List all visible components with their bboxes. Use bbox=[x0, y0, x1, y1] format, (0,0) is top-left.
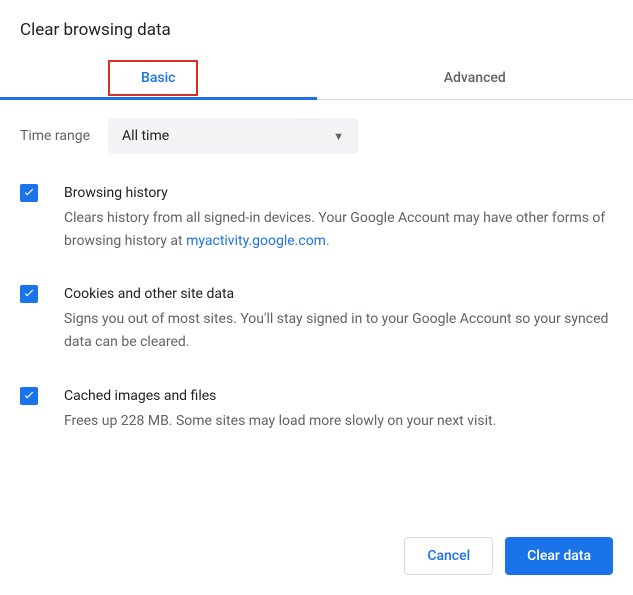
option-title: Cached images and files bbox=[64, 385, 613, 408]
desc-text: Clears history from all signed-in device… bbox=[64, 210, 605, 249]
tab-advanced[interactable]: Advanced bbox=[317, 56, 633, 99]
check-icon bbox=[22, 389, 36, 403]
option-text: Cookies and other site data Signs you ou… bbox=[64, 283, 613, 354]
option-cache: Cached images and files Frees up 228 MB.… bbox=[20, 385, 613, 433]
checkbox-cookies[interactable] bbox=[20, 285, 38, 303]
time-range-select[interactable]: All time ▼ bbox=[108, 118, 358, 154]
option-text: Browsing history Clears history from all… bbox=[64, 182, 613, 253]
tabs: Basic Advanced bbox=[0, 56, 633, 100]
myactivity-link[interactable]: myactivity.google.com bbox=[186, 233, 326, 249]
option-cookies: Cookies and other site data Signs you ou… bbox=[20, 283, 613, 354]
desc-text-after: . bbox=[326, 233, 330, 249]
tab-basic-label: Basic bbox=[141, 70, 175, 86]
option-desc: Clears history from all signed-in device… bbox=[64, 207, 613, 253]
time-range-row: Time range All time ▼ bbox=[20, 118, 613, 154]
time-range-label: Time range bbox=[20, 128, 90, 144]
clear-data-button[interactable]: Clear data bbox=[505, 537, 613, 575]
option-title: Cookies and other site data bbox=[64, 283, 613, 306]
check-icon bbox=[22, 287, 36, 301]
dialog-body: Time range All time ▼ Browsing history C… bbox=[0, 100, 633, 433]
checkbox-browsing-history[interactable] bbox=[20, 184, 38, 202]
option-text: Cached images and files Frees up 228 MB.… bbox=[64, 385, 613, 433]
tab-advanced-label: Advanced bbox=[444, 70, 506, 86]
check-icon bbox=[22, 186, 36, 200]
chevron-down-icon: ▼ bbox=[333, 130, 344, 143]
option-title: Browsing history bbox=[64, 182, 613, 205]
option-desc: Frees up 228 MB. Some sites may load mor… bbox=[64, 410, 613, 433]
checkbox-cache[interactable] bbox=[20, 387, 38, 405]
dialog-title: Clear browsing data bbox=[0, 0, 633, 56]
clear-browsing-data-dialog: Clear browsing data Basic Advanced Time … bbox=[0, 0, 633, 595]
option-browsing-history: Browsing history Clears history from all… bbox=[20, 182, 613, 253]
cancel-button[interactable]: Cancel bbox=[404, 537, 493, 575]
tab-basic[interactable]: Basic bbox=[0, 56, 317, 99]
option-desc: Signs you out of most sites. You'll stay… bbox=[64, 308, 613, 354]
time-range-value: All time bbox=[122, 128, 169, 144]
